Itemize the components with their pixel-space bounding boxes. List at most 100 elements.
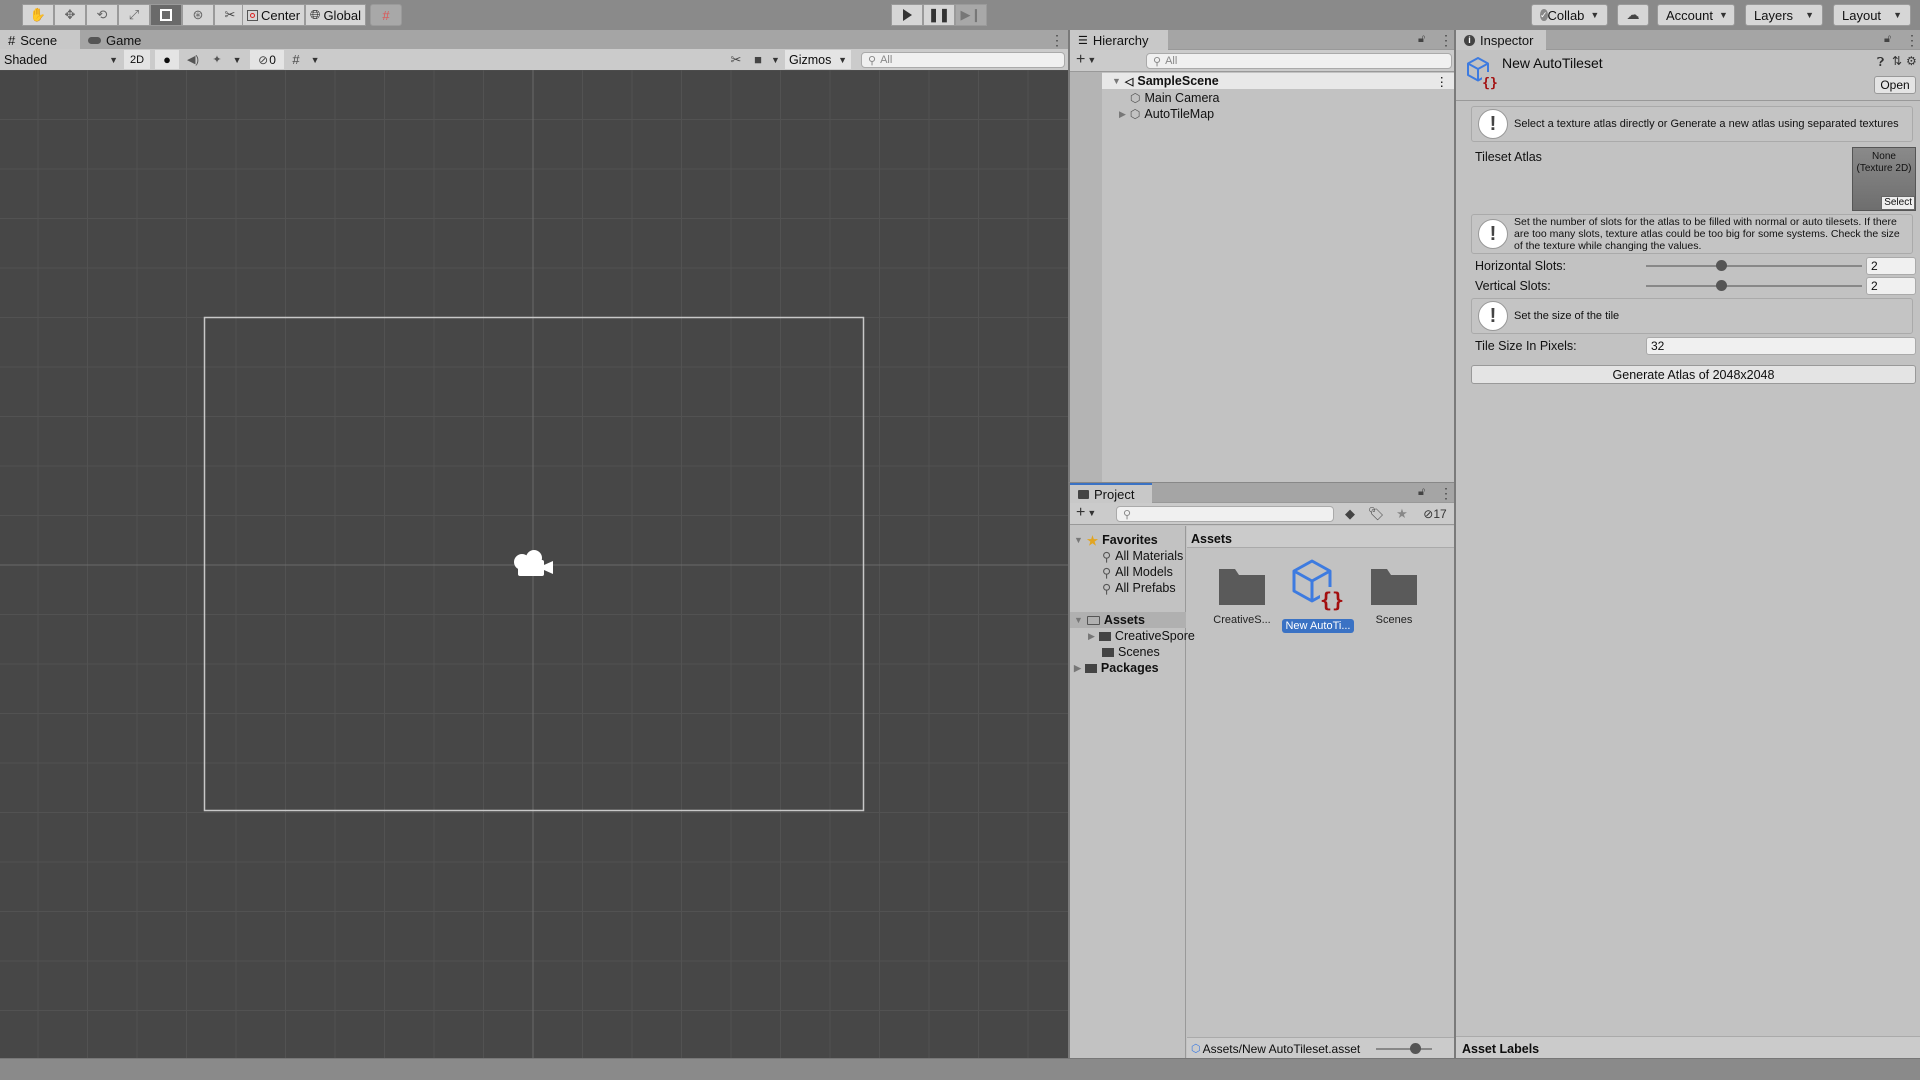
asset-item[interactable]: CreativeS... xyxy=(1202,563,1282,627)
expand-arrow-icon[interactable]: ▶ xyxy=(1088,631,1095,642)
scene-visibility-toggle[interactable]: ⊘ 0 xyxy=(250,50,284,69)
favorites-button[interactable]: ★ xyxy=(1390,504,1414,523)
account-dropdown[interactable]: Account ▼ xyxy=(1657,4,1735,26)
scene-viewport[interactable] xyxy=(0,70,1068,1058)
scale-icon: ⤢ xyxy=(128,7,140,22)
favorite-item[interactable]: ⚲ All Models xyxy=(1102,564,1173,580)
hidden-packages-toggle[interactable]: ⊘ 17 xyxy=(1416,504,1454,523)
gear-icon[interactable]: ⚙ xyxy=(1906,54,1917,68)
more-menu-icon[interactable]: ⋮ xyxy=(1905,32,1919,49)
effects-dropdown[interactable]: ✦ ▼ xyxy=(207,50,247,69)
rotate-icon: ⟲ xyxy=(96,7,108,22)
tab-inspector-label: Inspector xyxy=(1480,32,1534,48)
icon-size-slider[interactable] xyxy=(1376,1042,1433,1055)
slider-knob[interactable] xyxy=(1715,260,1727,271)
transform-tool-button[interactable]: ⊛ xyxy=(182,4,214,26)
hierarchy-search-input[interactable]: ⚲ All xyxy=(1146,53,1452,69)
asset-item[interactable]: Scenes xyxy=(1354,563,1434,627)
scene-search-input[interactable]: ⚲ All xyxy=(861,52,1065,68)
lighting-toggle[interactable]: ● xyxy=(155,50,179,69)
rect-tool-button[interactable] xyxy=(150,4,182,26)
favorite-item[interactable]: ⚲ All Materials xyxy=(1102,548,1183,564)
tools-toggle[interactable]: ✂ xyxy=(724,50,748,69)
expand-arrow-icon[interactable]: ▶ xyxy=(1074,663,1081,674)
horizontal-slots-slider[interactable] xyxy=(1646,259,1862,273)
pivot-rotation-button[interactable]: 🌐︎ Global xyxy=(305,4,367,26)
2d-toggle[interactable]: 2D xyxy=(124,50,150,69)
pause-button[interactable]: ❚❚ xyxy=(923,4,955,26)
collab-dropdown[interactable]: ✓ Collab ▼ xyxy=(1531,4,1608,26)
preset-icon[interactable]: ⇅ xyxy=(1892,54,1902,68)
snap-button[interactable]: # xyxy=(370,4,403,26)
scale-tool-button[interactable]: ⤢ xyxy=(118,4,150,26)
favorites-row[interactable]: ▼ ★ Favorites xyxy=(1074,532,1158,548)
tab-project[interactable]: Project xyxy=(1070,483,1152,503)
slider-knob[interactable] xyxy=(1715,280,1727,291)
2d-label: 2D xyxy=(129,53,145,66)
grid-snap-icon: # xyxy=(382,7,390,23)
cloud-button[interactable]: ☁ xyxy=(1617,4,1649,26)
lock-icon[interactable]: 🔓︎ xyxy=(1418,486,1425,499)
project-footer: ⬡ Assets/New AutoTileset.asset xyxy=(1187,1037,1454,1059)
favorite-item[interactable]: ⚲ All Prefabs xyxy=(1102,580,1176,596)
scene-root-row[interactable]: ▼ ◁ SampleScene ⋮ xyxy=(1102,73,1454,89)
more-menu-icon[interactable]: ⋮ xyxy=(1050,32,1064,49)
tileset-atlas-field[interactable]: None (Texture 2D) Select xyxy=(1852,147,1916,211)
lock-icon[interactable]: 🔓︎ xyxy=(1418,33,1425,46)
more-menu-icon[interactable]: ⋮ xyxy=(1439,485,1453,502)
tab-game[interactable]: Game xyxy=(80,30,149,50)
shading-mode-dropdown[interactable]: Shaded ▼ xyxy=(4,51,118,69)
project-search-input[interactable]: ⚲ xyxy=(1116,506,1334,522)
search-by-label-button[interactable]: 🏷︎ xyxy=(1364,504,1388,523)
more-menu-icon[interactable]: ⋮ xyxy=(1439,32,1453,49)
grid-dropdown[interactable]: # ▼ xyxy=(286,50,326,69)
asset-item-selected[interactable]: {} New AutoTi... xyxy=(1278,557,1358,633)
generate-atlas-button[interactable]: Generate Atlas of 2048x2048 xyxy=(1471,365,1916,384)
play-button[interactable] xyxy=(891,4,923,26)
asset-labels-bar[interactable]: Asset Labels xyxy=(1456,1036,1920,1058)
step-button[interactable]: ▶❙ xyxy=(955,4,987,26)
vertical-slots-slider[interactable] xyxy=(1646,279,1862,293)
pivot-mode-button[interactable]: Center xyxy=(242,4,306,26)
horizontal-slots-field[interactable]: 2 xyxy=(1866,257,1916,275)
folder-row[interactable]: Scenes xyxy=(1102,644,1160,660)
create-dropdown[interactable]: + ▼ xyxy=(1076,504,1096,522)
atlas-select-button[interactable]: Select xyxy=(1881,196,1915,210)
rotate-tool-button[interactable]: ⟲ xyxy=(86,4,118,26)
move-tool-button[interactable]: ✥ xyxy=(54,4,86,26)
search-icon: ⚲ xyxy=(1123,508,1132,521)
hierarchy-item[interactable]: ▶ ⬡ AutoTileMap xyxy=(1119,106,1214,122)
tab-scene[interactable]: # Scene xyxy=(0,30,80,50)
layout-dropdown[interactable]: Layout ▼ xyxy=(1833,4,1911,26)
assets-folder-row[interactable]: ▼ Assets xyxy=(1070,612,1186,628)
folder-row[interactable]: ▶ CreativeSpore xyxy=(1088,628,1195,644)
camera-icon: ■ xyxy=(754,52,762,67)
more-menu-icon[interactable]: ⋮ xyxy=(1436,74,1449,89)
expand-arrow-icon[interactable]: ▼ xyxy=(1112,76,1121,86)
camera-dropdown[interactable]: ■ ▼ xyxy=(752,50,782,69)
expand-arrow-icon[interactable]: ▼ xyxy=(1074,615,1083,625)
tile-size-field[interactable]: 32 xyxy=(1646,337,1916,355)
lock-icon[interactable]: 🔓︎ xyxy=(1884,33,1891,46)
expand-arrow-icon[interactable]: ▼ xyxy=(1074,535,1083,545)
audio-toggle[interactable]: ◀︎) xyxy=(181,50,205,69)
expand-arrow-icon[interactable]: ▶ xyxy=(1119,109,1126,120)
folder-icon xyxy=(1084,663,1097,673)
search-icon: ⚲ xyxy=(1102,549,1112,564)
packages-folder-row[interactable]: ▶ Packages xyxy=(1074,660,1159,676)
breadcrumb-item[interactable]: Assets xyxy=(1191,532,1232,546)
gizmos-dropdown[interactable]: Gizmos ▼ xyxy=(785,50,851,69)
hierarchy-item[interactable]: ⬡ Main Camera xyxy=(1130,90,1220,106)
warning-icon: ! xyxy=(1478,301,1508,331)
slider-knob[interactable] xyxy=(1409,1042,1421,1054)
hand-tool-button[interactable]: ✋ xyxy=(22,4,54,26)
camera-gizmo-icon[interactable] xyxy=(512,548,556,582)
layers-dropdown[interactable]: Layers ▼ xyxy=(1745,4,1823,26)
open-button[interactable]: Open xyxy=(1874,76,1916,94)
tab-hierarchy[interactable]: ☰ Hierarchy xyxy=(1070,30,1168,50)
help-icon[interactable]: ❓︎ xyxy=(1877,55,1884,70)
search-by-type-button[interactable]: ◆ xyxy=(1338,504,1362,523)
tab-inspector[interactable]: i Inspector xyxy=(1456,30,1546,50)
vertical-slots-field[interactable]: 2 xyxy=(1866,277,1916,295)
create-dropdown[interactable]: + ▼ xyxy=(1076,51,1096,69)
